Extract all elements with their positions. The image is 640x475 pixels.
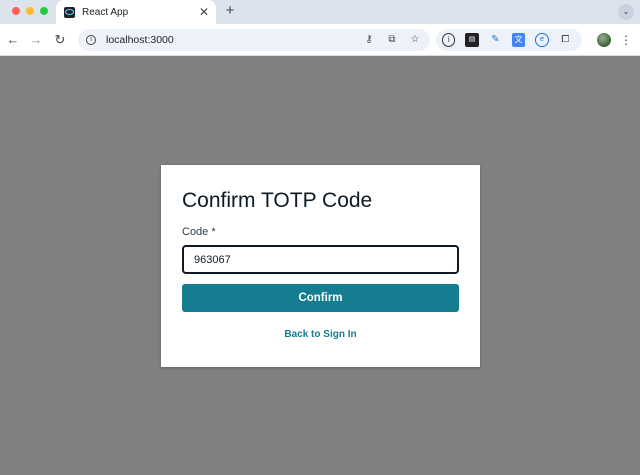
site-info-icon[interactable]: i xyxy=(86,35,96,45)
tab-title: React App xyxy=(82,6,129,18)
new-tab-button[interactable]: + xyxy=(222,3,238,19)
reload-button[interactable]: ↻ xyxy=(51,31,69,49)
confirm-button[interactable]: Confirm xyxy=(182,284,459,312)
extensions-group: i ▤ ✎ 文 e ⧠ xyxy=(436,29,582,51)
puzzle-extensions-icon[interactable]: ⧠ xyxy=(559,33,572,47)
profile-avatar[interactable] xyxy=(597,33,611,47)
forward-button[interactable]: → xyxy=(27,31,45,49)
code-label: Code * xyxy=(182,226,216,238)
react-favicon-icon xyxy=(64,6,75,18)
pen-extension-icon[interactable]: ✎ xyxy=(489,33,502,47)
back-button[interactable]: ← xyxy=(4,31,22,49)
address-bar[interactable]: i localhost:3000 ⚷ ⧉ ☆ xyxy=(78,29,430,51)
circle-extension-icon[interactable]: e xyxy=(535,33,549,47)
browser-tab[interactable]: React App ✕ xyxy=(56,0,216,24)
translate-extension-icon[interactable]: 文 xyxy=(512,33,526,47)
back-to-sign-in-link[interactable]: Back to Sign In xyxy=(161,329,480,340)
window-minimize-button[interactable] xyxy=(26,7,34,15)
browser-toolbar: ← → ↻ i localhost:3000 ⚷ ⧉ ☆ i ▤ ✎ 文 e ⧠ xyxy=(0,24,640,56)
totp-confirm-card: Confirm TOTP Code Code * Confirm Back to… xyxy=(161,165,480,367)
tab-close-icon[interactable]: ✕ xyxy=(198,6,210,18)
tab-bar: React App ✕ + ⌄ xyxy=(0,0,640,24)
window-maximize-button[interactable] xyxy=(40,7,48,15)
key-icon[interactable]: ⚷ xyxy=(361,32,377,48)
page-title: Confirm TOTP Code xyxy=(182,189,373,212)
window-close-button[interactable] xyxy=(12,7,20,15)
open-in-app-icon[interactable]: ⧉ xyxy=(384,32,400,48)
tab-extension-icon[interactable]: ▤ xyxy=(465,33,479,47)
info-icon[interactable]: i xyxy=(442,33,456,47)
code-input[interactable] xyxy=(182,245,459,274)
tab-search-menu-icon[interactable]: ⌄ xyxy=(618,4,634,20)
address-url[interactable]: localhost:3000 xyxy=(106,34,361,46)
bookmark-star-icon[interactable]: ☆ xyxy=(407,32,423,48)
browser-menu-icon[interactable]: ⋮ xyxy=(620,31,632,49)
